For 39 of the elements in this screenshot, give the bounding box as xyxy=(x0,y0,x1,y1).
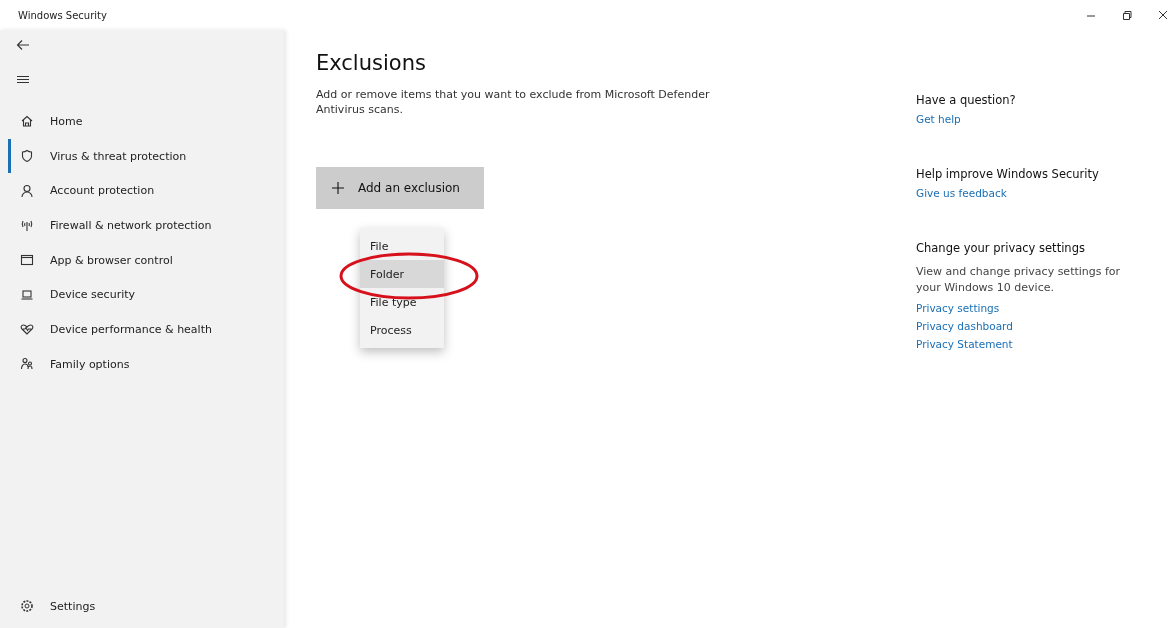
nav-item[interactable]: Virus & threat protection xyxy=(8,138,284,174)
help-link[interactable]: Privacy Statement xyxy=(916,338,1126,350)
section-heading: Have a question? xyxy=(916,93,1017,107)
settings-nav-item[interactable]: Settings xyxy=(0,586,284,626)
close-icon[interactable] xyxy=(1158,10,1168,20)
family-icon xyxy=(20,357,34,372)
help-link[interactable]: Privacy settings xyxy=(916,302,1126,314)
help-link[interactable]: Privacy dashboard xyxy=(916,320,1126,332)
page-description: Add or remove items that you want to exclude from Microsoft Defender Antivirus scans. xyxy=(316,87,711,117)
shield-icon xyxy=(20,149,34,164)
menu-item[interactable]: Process xyxy=(360,316,444,344)
restore-icon[interactable] xyxy=(1122,10,1132,20)
antenna-icon xyxy=(20,218,34,233)
menu-item[interactable]: Folder xyxy=(360,260,444,288)
help-link[interactable]: Give us feedback xyxy=(916,187,1126,199)
nav-item[interactable]: Device performance & health xyxy=(8,312,284,347)
window-icon xyxy=(20,253,34,268)
section-heading: Help improve Windows Security xyxy=(916,167,1100,181)
nav-item[interactable]: Family options xyxy=(8,346,284,382)
menu-item[interactable]: File type xyxy=(360,288,444,316)
menu-item[interactable]: File xyxy=(360,232,444,260)
back-arrow-icon[interactable] xyxy=(16,38,30,52)
add-exclusion-button[interactable]: Add an exclusion xyxy=(316,167,484,209)
nav-item[interactable]: Account protection xyxy=(8,173,284,209)
settings-icon xyxy=(20,599,34,613)
help-link[interactable]: Get help xyxy=(916,113,1126,125)
nav-item[interactable]: Firewall & network protection xyxy=(8,208,284,243)
section-heading: Change your privacy settings xyxy=(916,241,1086,255)
page-title: Exclusions xyxy=(316,51,427,75)
nav-item[interactable]: App & browser control xyxy=(8,242,284,278)
person-icon xyxy=(20,183,34,198)
section-text: View and change privacy settings for your Windows 10 device. xyxy=(916,264,1122,296)
window-title: Windows Security xyxy=(18,9,107,21)
nav-item[interactable]: Device security xyxy=(8,277,284,313)
nav-item[interactable]: Home xyxy=(8,104,284,139)
plus-icon xyxy=(332,182,344,194)
heart-icon xyxy=(20,322,34,337)
laptop-icon xyxy=(20,287,34,302)
home-icon xyxy=(20,114,34,129)
